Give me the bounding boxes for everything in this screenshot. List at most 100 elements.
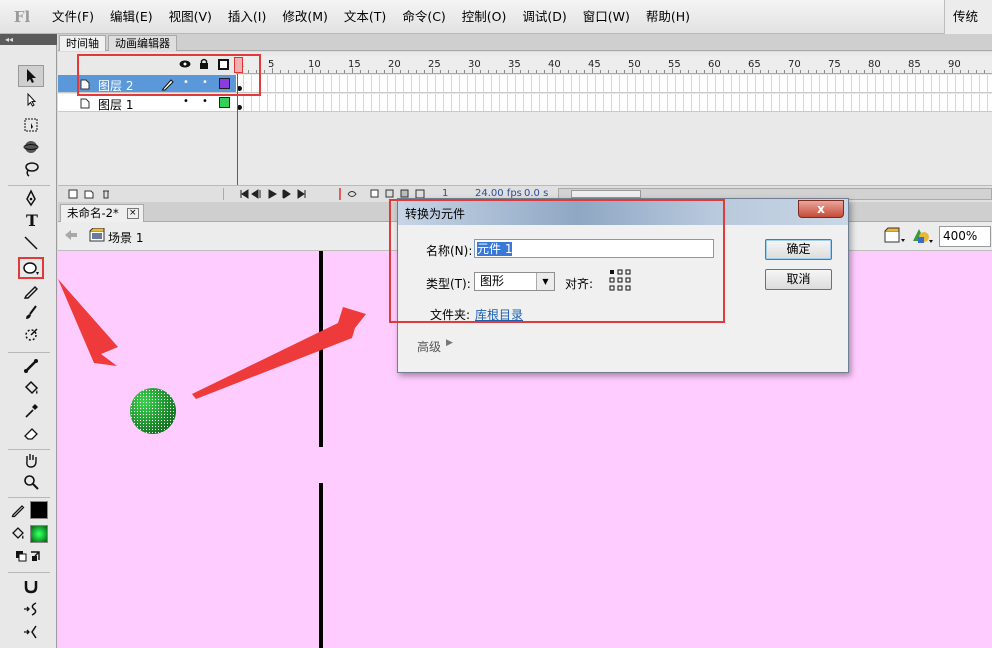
scene-label[interactable]: 场景 1 <box>108 229 143 246</box>
ruler-tick <box>840 70 841 73</box>
ruler-tick <box>904 70 905 73</box>
selection-tool[interactable] <box>18 65 44 87</box>
eyedropper-tool[interactable] <box>18 400 44 422</box>
hand-tool[interactable] <box>18 449 44 471</box>
frame-ruler[interactable]: 151015202530354045505560657075808590 <box>236 56 992 74</box>
deco-tool[interactable] <box>18 324 44 346</box>
brush-tool[interactable] <box>18 302 44 324</box>
layer-row-layer-2[interactable]: 图层 2 • • <box>58 75 236 93</box>
free-transform-tool[interactable] <box>18 114 44 136</box>
folder-link[interactable]: 库根目录 <box>475 306 523 323</box>
straighten-option[interactable] <box>18 621 44 643</box>
visibility-dot[interactable]: • <box>183 77 189 88</box>
layer-name[interactable]: 图层 1 <box>98 96 133 113</box>
ruler-tick <box>984 70 985 73</box>
text-tool[interactable]: T <box>18 209 44 231</box>
layer-page-icon <box>80 79 90 90</box>
layer-color-swatch[interactable] <box>219 97 230 108</box>
document-tab[interactable]: 未命名-2* × <box>60 204 144 222</box>
menu-window[interactable]: 窗口(W) <box>575 0 638 34</box>
ruler-label: 15 <box>348 59 361 70</box>
menu-help[interactable]: 帮助(H) <box>638 0 698 34</box>
symbol-type-select[interactable]: 图形 ▼ <box>474 272 555 291</box>
registration-grid-icon[interactable] <box>609 269 631 291</box>
menu-insert[interactable]: 插入(I) <box>220 0 274 34</box>
zoom-input[interactable]: 400% <box>939 226 991 247</box>
edit-symbols-icon[interactable] <box>910 226 936 246</box>
line-tool[interactable] <box>18 232 44 254</box>
lock-dot[interactable]: • <box>202 77 208 88</box>
pencil-tool[interactable] <box>18 280 44 302</box>
ruler-tick <box>544 70 545 73</box>
ruler-tick <box>376 70 377 73</box>
layer-controls-icons[interactable] <box>68 188 128 200</box>
lock-dot[interactable]: • <box>202 96 208 107</box>
edit-scene-icon[interactable] <box>884 227 906 245</box>
subselection-tool[interactable] <box>18 89 44 111</box>
menu-commands[interactable]: 命令(C) <box>394 0 453 34</box>
layer-name[interactable]: 图层 2 <box>98 77 133 94</box>
frames-layer-2[interactable] <box>236 75 992 93</box>
paint-bucket-tool[interactable] <box>18 377 44 399</box>
eye-icon[interactable] <box>179 59 191 69</box>
menu-file[interactable]: 文件(F) <box>44 0 102 34</box>
menu-modify[interactable]: 修改(M) <box>274 0 336 34</box>
ruler-label: 20 <box>388 59 401 70</box>
triangle-right-icon[interactable]: ▶ <box>446 338 453 348</box>
type-label: 类型(T): <box>426 277 471 291</box>
pen-tool[interactable] <box>18 187 44 209</box>
layer-color-swatch[interactable] <box>219 78 230 89</box>
snap-to-objects-option[interactable] <box>18 575 44 597</box>
ok-button[interactable]: 确定 <box>765 239 832 260</box>
cancel-button[interactable]: 取消 <box>765 269 832 290</box>
bone-tool[interactable] <box>18 355 44 377</box>
tab-timeline[interactable]: 时间轴 <box>59 35 106 51</box>
stroke-color-swatch[interactable] <box>30 501 48 519</box>
tools-panel-collapse[interactable]: ◂◂ <box>0 34 57 45</box>
workspace-switcher[interactable]: 传统 <box>944 0 992 34</box>
3d-rotation-tool[interactable] <box>18 136 44 158</box>
smooth-option[interactable] <box>18 598 44 620</box>
advanced-toggle[interactable]: 高级 <box>417 338 441 355</box>
zoom-tool[interactable] <box>18 471 44 493</box>
close-icon[interactable]: × <box>126 208 139 219</box>
playhead[interactable] <box>234 57 243 73</box>
lasso-tool[interactable] <box>18 158 44 180</box>
scrollbar-thumb[interactable] <box>571 190 641 198</box>
ruler-tick <box>744 70 745 73</box>
layer-row-layer-1[interactable]: 图层 1 • • <box>58 94 236 112</box>
menu-view[interactable]: 视图(V) <box>161 0 220 34</box>
dialog-close-button[interactable]: x <box>798 200 844 218</box>
playback-controls-icon[interactable] <box>238 188 328 200</box>
outline-toggle-icon[interactable] <box>218 59 229 70</box>
menu-edit[interactable]: 编辑(E) <box>102 0 161 34</box>
menu-text[interactable]: 文本(T) <box>336 0 394 34</box>
ruler-tick <box>320 70 321 73</box>
back-arrow-icon[interactable] <box>64 229 78 241</box>
menu-control[interactable]: 控制(O) <box>454 0 515 34</box>
ruler-label: 25 <box>428 59 441 70</box>
menu-debug[interactable]: 调试(D) <box>514 0 574 34</box>
oval-tool[interactable] <box>18 257 44 279</box>
ruler-tick <box>776 70 777 73</box>
visibility-dot[interactable]: • <box>183 96 189 107</box>
ruler-tick <box>648 70 649 73</box>
ruler-tick <box>976 70 977 73</box>
ruler-label: 85 <box>908 59 921 70</box>
brush-icon <box>26 305 37 319</box>
lock-icon[interactable] <box>199 58 209 70</box>
symbol-name-input[interactable]: 元件 1 <box>474 239 714 258</box>
ruler-label: 90 <box>948 59 961 70</box>
ruler-tick <box>960 70 961 73</box>
dialog-title-bar[interactable]: 转换为元件 x <box>398 199 848 225</box>
swap-colors-icon[interactable] <box>14 548 46 564</box>
fill-color-swatch[interactable] <box>30 525 48 543</box>
tab-motion-editor[interactable]: 动画编辑器 <box>108 35 177 51</box>
tool-separator <box>8 572 50 573</box>
ruler-tick <box>448 70 449 73</box>
ruler-tick <box>496 70 497 73</box>
eraser-tool[interactable] <box>18 422 44 444</box>
ruler-tick <box>864 70 865 73</box>
frames-layer-1[interactable] <box>236 94 992 112</box>
ruler-tick <box>688 70 689 73</box>
